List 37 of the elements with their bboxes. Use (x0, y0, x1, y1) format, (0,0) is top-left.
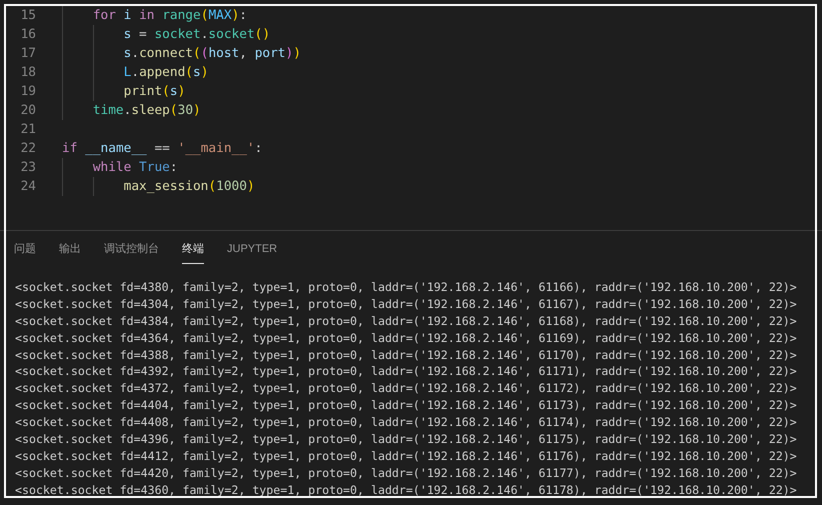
panel-tab[interactable]: 调试控制台 (104, 241, 159, 264)
terminal-line: <socket.socket fd=4380, family=2, type=1, proto=0, laddr=('192.168.2.146', 61166), raddr=('192.168.10.200', 22)> (15, 279, 798, 296)
terminal-line: <socket.socket fd=4364, family=2, type=1, proto=0, laddr=('192.168.2.146', 61169), raddr=('192.168.10.200', 22)> (15, 330, 798, 347)
terminal-line: <socket.socket fd=4408, family=2, type=1, proto=0, laddr=('192.168.2.146', 61174), raddr=('192.168.10.200', 22)> (15, 414, 798, 432)
terminal-line: <socket.socket fd=4360, family=2, type=1, proto=0, laddr=('192.168.2.146', 61178), raddr=('192.168.10.200', 22)> (15, 482, 798, 499)
line-number: 21 (20, 121, 36, 139)
code-line: print(s) (62, 82, 186, 101)
terminal-line: <socket.socket fd=4388, family=2, type=1, proto=0, laddr=('192.168.2.146', 61170), raddr=('192.168.10.200', 22)> (15, 346, 798, 364)
line-number: 16 (20, 26, 36, 44)
line-number: 17 (20, 45, 36, 63)
terminal-line: <socket.socket fd=4372, family=2, type=1, proto=0, laddr=('192.168.2.146', 61172), raddr=('192.168.10.200', 22)> (15, 380, 798, 398)
terminal-line: <socket.socket fd=4412, family=2, type=1, proto=0, laddr=('192.168.2.146', 61176), raddr=('192.168.10.200', 22)> (15, 448, 798, 465)
code-line: s.connect((host, port)) (62, 44, 301, 63)
panel-tab[interactable]: 终端 (182, 241, 204, 264)
code-line: L.append(s) (62, 63, 208, 82)
code-line: while True: (62, 158, 178, 177)
terminal-line: <socket.socket fd=4384, family=2, type=1, proto=0, laddr=('192.168.2.146', 61168), raddr=('192.168.10.200', 22)> (15, 312, 798, 330)
line-number: 20 (20, 102, 36, 120)
panel-tab[interactable]: 问题 (14, 241, 36, 264)
line-number: 15 (20, 7, 36, 25)
line-number: 23 (20, 159, 36, 177)
terminal-line: <socket.socket fd=4392, family=2, type=1, proto=0, laddr=('192.168.2.146', 61171), raddr=('192.168.10.200', 22)> (15, 363, 798, 380)
code-line: max_session(1000) (62, 177, 255, 196)
terminal-line: <socket.socket fd=4396, family=2, type=1, proto=0, laddr=('192.168.2.146', 61175), raddr=('192.168.10.200', 22)> (15, 431, 798, 448)
code-line: for i in range(MAX): (62, 6, 247, 25)
line-number: 18 (20, 64, 36, 82)
terminal-line: <socket.socket fd=4304, family=2, type=1, proto=0, laddr=('192.168.2.146', 61167), raddr=('192.168.10.200', 22)> (15, 296, 798, 313)
terminal-line: <socket.socket fd=4420, family=2, type=1, proto=0, laddr=('192.168.2.146', 61177), raddr=('192.168.10.200', 22)> (15, 464, 798, 482)
code-line: s = socket.socket() (62, 25, 270, 44)
line-number: 24 (20, 178, 36, 196)
code-line: time.sleep(30) (62, 101, 201, 120)
terminal-line: <socket.socket fd=4404, family=2, type=1, proto=0, laddr=('192.168.2.146', 61173), raddr=('192.168.10.200', 22)> (15, 397, 798, 414)
panel-tab[interactable]: JUPYTER (227, 241, 278, 264)
panel-tab[interactable]: 输出 (59, 241, 81, 264)
line-number: 19 (20, 83, 36, 101)
line-number: 22 (20, 140, 36, 158)
code-line: if __name__ == '__main__': (62, 140, 262, 158)
